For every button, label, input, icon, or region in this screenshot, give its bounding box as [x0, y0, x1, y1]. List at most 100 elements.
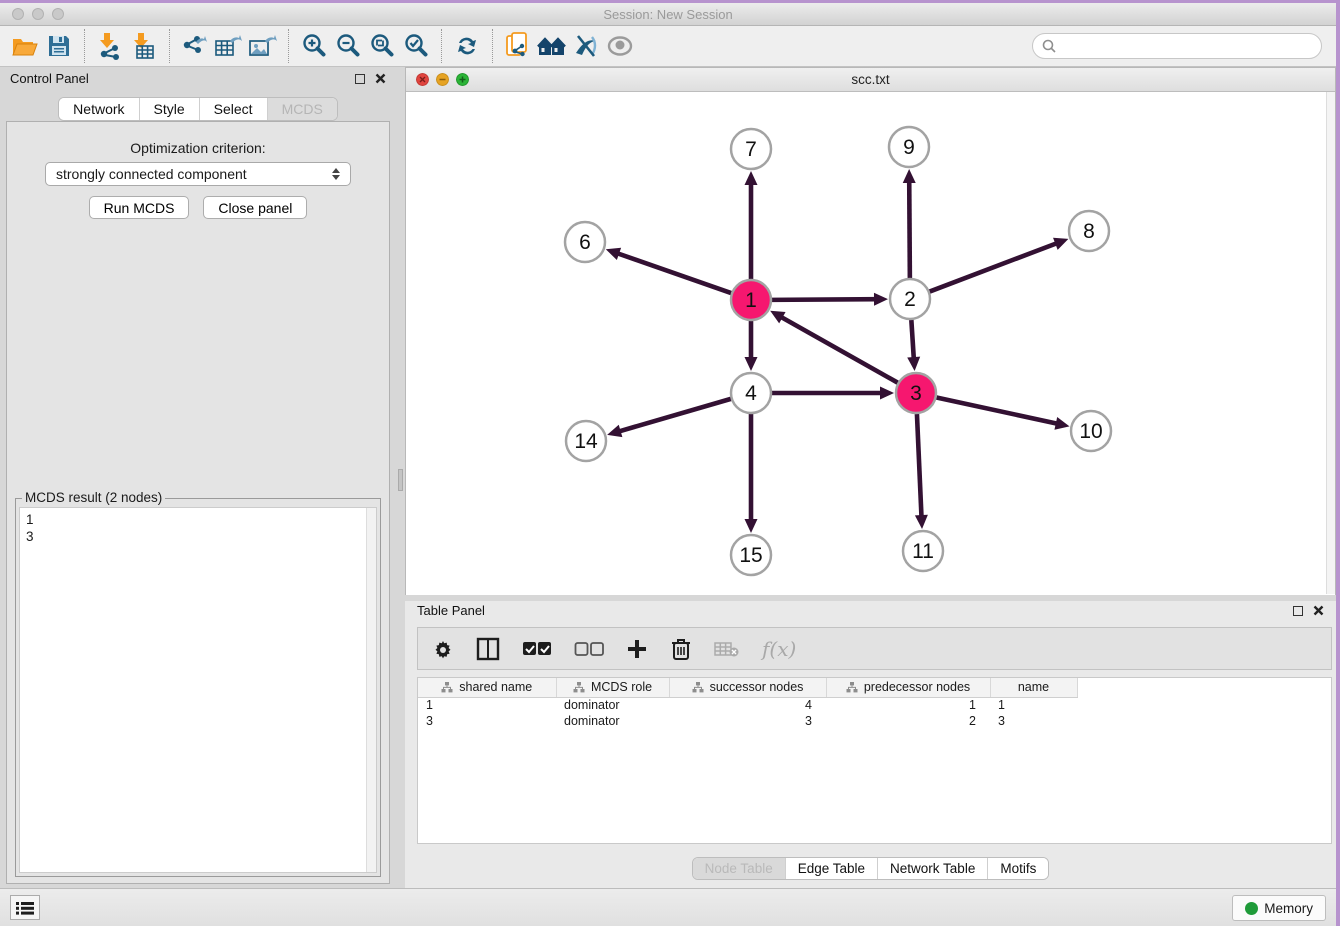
result-scrollbar[interactable]: [366, 508, 376, 872]
memory-label: Memory: [1264, 901, 1313, 916]
export-network-icon[interactable]: [178, 29, 212, 63]
criterion-select[interactable]: strongly connected component: [45, 162, 351, 186]
tab-select[interactable]: Select: [200, 98, 268, 120]
graph-arrowhead: [606, 248, 621, 260]
clone-network-icon[interactable]: [501, 29, 535, 63]
zoom-out-icon[interactable]: [331, 29, 365, 63]
first-neighbors-icon[interactable]: [535, 29, 569, 63]
graph-node-label: 11: [912, 540, 934, 563]
search-box[interactable]: [1032, 33, 1322, 59]
float-panel-icon[interactable]: [355, 74, 365, 84]
window-titlebar: Session: New Session: [0, 3, 1336, 26]
table-panel-tabs: Node Table Edge Table Network Table Moti…: [405, 857, 1336, 880]
clear-checkboxes-icon[interactable]: [574, 641, 604, 657]
graph-node-label: 3: [910, 382, 922, 405]
tab-motifs[interactable]: Motifs: [988, 858, 1048, 879]
tab-mcds[interactable]: MCDS: [268, 98, 337, 120]
delete-table-icon[interactable]: [714, 640, 740, 658]
graph-edge-2-3[interactable]: [911, 320, 914, 360]
zoom-fit-icon[interactable]: [365, 29, 399, 63]
table-row[interactable]: 1 dominator 4 1 1: [418, 697, 1077, 713]
graph-arrowhead: [745, 519, 758, 533]
export-table-icon[interactable]: [212, 29, 246, 63]
graph-node-label: 9: [903, 136, 915, 159]
table-close-panel-icon[interactable]: [1313, 605, 1324, 616]
hide-graphics-details-icon[interactable]: [569, 29, 603, 63]
graph-node-label: 6: [579, 231, 591, 254]
tab-node-table[interactable]: Node Table: [693, 858, 786, 879]
search-input[interactable]: [1057, 39, 1321, 54]
network-window-titlebar[interactable]: scc.txt: [406, 68, 1335, 92]
graph-edge-3-10[interactable]: [937, 397, 1059, 424]
graph-edge-2-8[interactable]: [930, 243, 1059, 292]
tab-network-table[interactable]: Network Table: [878, 858, 988, 879]
open-file-icon[interactable]: [8, 29, 42, 63]
column-header-mcds-role[interactable]: MCDS role: [556, 678, 669, 697]
graph-edge-4-14[interactable]: [618, 399, 731, 432]
graph-edge-1-6[interactable]: [616, 253, 731, 293]
close-panel-button[interactable]: Close panel: [203, 196, 307, 219]
graph-arrowhead: [907, 357, 920, 371]
column-header-predecessor-nodes[interactable]: predecessor nodes: [826, 678, 990, 697]
delete-column-trash-icon[interactable]: [670, 637, 692, 661]
application-window: Session: New Session: [0, 3, 1336, 926]
graph-arrowhead: [880, 387, 894, 400]
memory-button[interactable]: Memory: [1232, 895, 1326, 921]
tab-network[interactable]: Network: [59, 98, 139, 120]
control-panel: Control Panel Network Style Select MCDS …: [0, 67, 396, 888]
search-icon: [1041, 38, 1057, 54]
import-network-icon[interactable]: [93, 29, 127, 63]
table-panel: Table Panel: [405, 601, 1336, 888]
graph-node-label: 14: [574, 430, 598, 453]
graph-arrowhead: [745, 171, 758, 185]
mcds-result-values: 1 3: [20, 508, 376, 548]
graph-arrowhead: [874, 293, 888, 306]
export-image-icon[interactable]: [246, 29, 280, 63]
column-header-name[interactable]: name: [990, 678, 1077, 697]
status-bar: Memory: [0, 888, 1336, 926]
graph-node-label: 8: [1083, 220, 1095, 243]
settings-gear-icon[interactable]: [432, 638, 454, 660]
run-mcds-button[interactable]: Run MCDS: [89, 196, 190, 219]
select-all-checkboxes-icon[interactable]: [522, 641, 552, 657]
zoom-in-icon[interactable]: [297, 29, 331, 63]
table-panel-title: Table Panel: [417, 603, 485, 618]
show-graphics-details-icon[interactable]: [603, 29, 637, 63]
apply-layout-icon[interactable]: [450, 29, 484, 63]
graph-edge-2-9[interactable]: [909, 180, 910, 278]
table-header-row: shared name MCDS role successor nodes pr…: [418, 678, 1077, 697]
tab-style[interactable]: Style: [140, 98, 200, 120]
graph-node-label: 2: [904, 288, 916, 311]
column-header-successor-nodes[interactable]: successor nodes: [669, 678, 826, 697]
function-builder-icon[interactable]: f(x): [762, 637, 796, 661]
mcds-result-area[interactable]: 1 3: [19, 507, 377, 873]
task-history-button[interactable]: [10, 895, 40, 920]
show-column-icon[interactable]: [476, 637, 500, 661]
column-type-icon: [573, 682, 585, 693]
control-panel-title: Control Panel: [10, 71, 89, 86]
criterion-value: strongly connected component: [56, 166, 247, 182]
tab-edge-table[interactable]: Edge Table: [786, 858, 878, 879]
network-graph-canvas[interactable]: 7968124314101511: [406, 92, 1335, 595]
graph-edge-1-2[interactable]: [772, 299, 877, 300]
graph-arrowhead: [745, 357, 758, 371]
graph-edge-3-11[interactable]: [917, 414, 922, 518]
table-float-panel-icon[interactable]: [1293, 606, 1303, 616]
vertical-splitter[interactable]: [396, 67, 405, 888]
graph-arrowhead: [903, 169, 916, 183]
select-stepper-icon: [332, 168, 340, 180]
mcds-result-title: MCDS result (2 nodes): [22, 490, 165, 505]
table-row[interactable]: 3 dominator 3 2 3: [418, 713, 1077, 729]
graph-edge-3-1[interactable]: [780, 316, 898, 382]
graph-node-label: 15: [739, 544, 762, 567]
graph-arrowhead: [607, 425, 622, 437]
add-column-icon[interactable]: [626, 638, 648, 660]
close-panel-icon[interactable]: [375, 73, 386, 84]
table-toolbar: f(x): [417, 627, 1332, 670]
network-scrollbar[interactable]: [1326, 92, 1335, 594]
import-table-icon[interactable]: [127, 29, 161, 63]
graph-node-label: 10: [1079, 420, 1102, 443]
zoom-selected-icon[interactable]: [399, 29, 433, 63]
save-session-icon[interactable]: [42, 29, 76, 63]
column-header-shared-name[interactable]: shared name: [418, 678, 556, 697]
